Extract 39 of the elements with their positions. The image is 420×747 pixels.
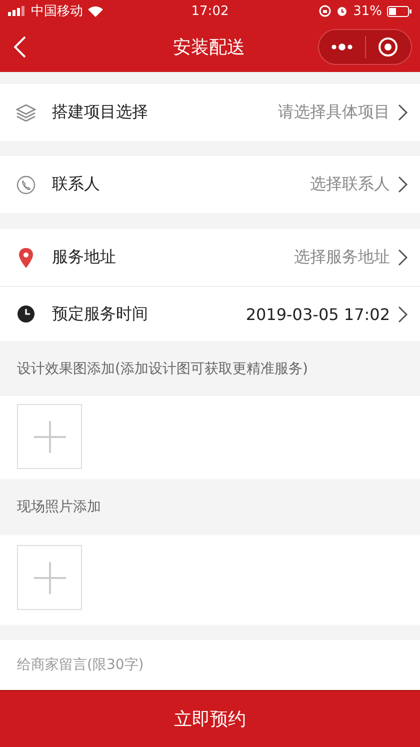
chevron-right-icon (398, 104, 408, 121)
chevron-right-icon (398, 176, 408, 193)
phone-icon (16, 174, 36, 194)
section-label: 现场照片添加 (17, 498, 101, 516)
row-label: 服务地址 (52, 247, 117, 268)
layers-icon (16, 104, 36, 122)
book-now-button[interactable]: 立即预约 (0, 690, 420, 747)
row-placeholder: 请选择具体项目 (278, 102, 390, 123)
wifi-icon (88, 6, 103, 16)
row-placeholder: 选择联系人 (310, 174, 390, 195)
page-title: 安装配送 (173, 36, 245, 59)
row-label: 搭建项目选择 (52, 102, 149, 123)
form-row[interactable]: 联系人 选择联系人 (0, 156, 420, 213)
row-value: 2019-03-05 17:02 (246, 304, 390, 324)
plus-icon (32, 420, 66, 454)
row-placeholder: 选择服务地址 (294, 247, 390, 268)
message-field[interactable]: 给商家留言(限30字) (0, 640, 420, 690)
chevron-right-icon (398, 249, 408, 266)
add-image-button[interactable] (17, 404, 82, 469)
chevron-right-icon (398, 306, 408, 322)
signal-icon (8, 6, 26, 16)
row-label: 预定服务时间 (52, 304, 149, 324)
row-label: 联系人 (52, 174, 101, 195)
alarm-icon (336, 5, 348, 17)
status-time: 17:02 (191, 4, 229, 18)
add-image-button[interactable] (17, 545, 82, 610)
carrier-name: 中国移动 (31, 3, 83, 20)
form-row[interactable]: 预定服务时间 2019-03-05 17:02 (0, 286, 420, 341)
rotation-lock-icon (319, 5, 332, 17)
plus-icon (32, 560, 66, 594)
section-label: 设计效果图添加(添加设计图可获取更精准服务) (17, 360, 308, 378)
battery-icon (387, 6, 412, 16)
form-row[interactable]: 搭建项目选择 请选择具体项目 (0, 84, 420, 141)
target-circle-icon (378, 37, 398, 57)
more-dots-icon (330, 43, 353, 51)
location-pin-icon (18, 248, 34, 268)
battery-percent: 31% (353, 4, 382, 18)
form-row[interactable]: 服务地址 选择服务地址 (0, 229, 420, 286)
clock-icon (17, 305, 35, 323)
